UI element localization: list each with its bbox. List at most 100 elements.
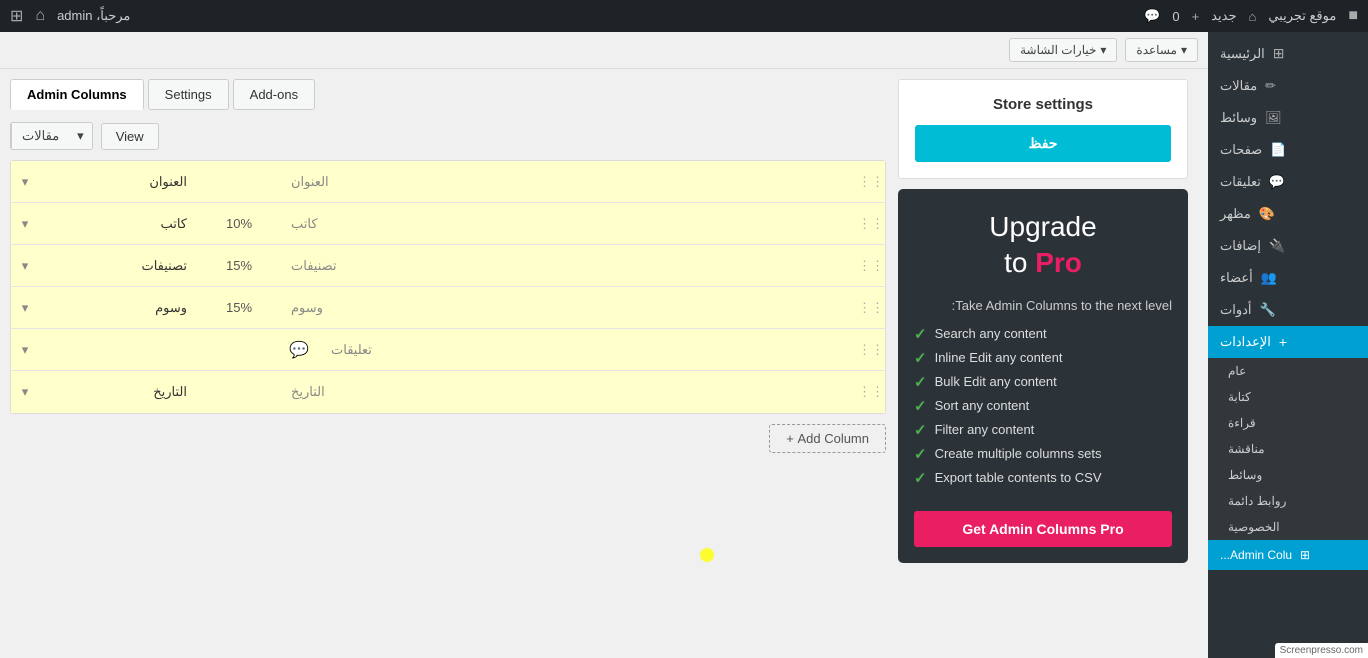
sidebar-label-settings: الإعدادات (1220, 334, 1271, 350)
plugins-icon: 🔌 (1269, 238, 1285, 254)
column-dropdown-arrow[interactable]: ▾ (69, 123, 92, 149)
screen-options-label: خيارات الشاشة (1020, 43, 1096, 57)
main-content: ▾ مساعدة ▾ خيارات الشاشة Store settings … (0, 32, 1208, 658)
sidebar-label-appearance: مظهر (1220, 206, 1251, 222)
drag-handle-tags[interactable]: ⋮⋮ (857, 300, 885, 316)
upgrade-title-upgrade: Upgrade (989, 211, 1096, 242)
drag-handle-date[interactable]: ⋮⋮ (857, 384, 885, 400)
settings-icon: + (1279, 334, 1287, 350)
column-label-comments-left: تعليقات (319, 342, 499, 358)
sidebar-item-pages[interactable]: 📄 صفحات (1208, 134, 1368, 166)
new-label[interactable]: جديد (1211, 8, 1236, 24)
sidebar-item-tools[interactable]: 🔧 أدوات (1208, 294, 1368, 326)
sidebar-item-users[interactable]: 👥 أعضاء (1208, 262, 1368, 294)
column-name-author: كاتب (39, 216, 199, 232)
feature-sort: Sort any content ✓ (914, 397, 1172, 415)
check-icon-sets: ✓ (914, 445, 927, 463)
column-expand-comments[interactable]: ▾ (11, 342, 39, 358)
sidebar-item-comments[interactable]: 💬 تعليقات (1208, 166, 1368, 198)
sidebar-item-plugins[interactable]: 🔌 إضافات (1208, 230, 1368, 262)
drag-handle-categories[interactable]: ⋮⋮ (857, 258, 885, 274)
upgrade-title-pro: Pro (1035, 247, 1082, 278)
submenu-permalinks[interactable]: روابط دائمة (1208, 488, 1368, 514)
feature-export-csv: Export table contents to CSV ✓ (914, 469, 1172, 487)
view-button[interactable]: View (101, 123, 159, 150)
sidebar-label-users: أعضاء (1220, 270, 1253, 286)
check-icon-csv: ✓ (914, 469, 927, 487)
sidebar-label-admin-col: Admin Colu... (1220, 548, 1292, 562)
store-settings-card: Store settings حفظ (898, 79, 1188, 179)
settings-submenu: عام كتابة قراءة مناقشة وسائط روابط دائمة… (1208, 358, 1368, 540)
sidebar-item-posts[interactable]: ✏ مقالات (1208, 70, 1368, 102)
main-layout: ⊞ الرئيسية ✏ مقالات 🖼 وسائط 📄 صفحات 💬 تع… (0, 32, 1368, 658)
check-icon-sort: ✓ (914, 397, 927, 415)
notif-count[interactable]: 0 (1172, 9, 1179, 24)
submenu-privacy[interactable]: الخصوصية (1208, 514, 1368, 540)
sidebar: ⊞ الرئيسية ✏ مقالات 🖼 وسائط 📄 صفحات 💬 تع… (1208, 32, 1368, 658)
feature-columns-sets: Create multiple columns sets ✓ (914, 445, 1172, 463)
feature-list: Search any content ✓ Inline Edit any con… (914, 325, 1172, 487)
tab-addons[interactable]: Add-ons (233, 79, 315, 110)
home-site-icon[interactable]: ⌂ (35, 7, 45, 25)
drag-handle-comments[interactable]: ⋮⋮ (857, 342, 885, 358)
save-button[interactable]: حفظ (915, 125, 1171, 162)
submenu-writing[interactable]: كتابة (1208, 384, 1368, 410)
sidebar-item-home[interactable]: ⊞ الرئيسية (1208, 37, 1368, 70)
upgrade-subtitle: Take Admin Columns to the next level: (914, 298, 1172, 313)
comment-icon[interactable]: 💬 (1144, 8, 1160, 24)
drag-handle-title[interactable]: ⋮⋮ (857, 174, 885, 190)
add-column-button[interactable]: Add Column + (769, 424, 886, 453)
comments-icon: 💬 (1269, 174, 1285, 190)
submenu-general[interactable]: عام (1208, 358, 1368, 384)
feature-search: Search any content ✓ (914, 325, 1172, 343)
column-width-author: 10% (199, 216, 279, 231)
tab-bar: Admin Columns Settings Add-ons (10, 79, 886, 110)
column-expand-title[interactable]: ▾ (11, 174, 39, 190)
help-button[interactable]: ▾ مساعدة (1125, 38, 1198, 62)
content-area: Store settings حفظ Upgrade to Pro Take A… (0, 69, 1208, 563)
sidebar-label-comments: تعليقات (1220, 174, 1261, 190)
sidebar-item-settings[interactable]: + الإعدادات (1208, 326, 1368, 358)
feature-filter-text: Filter any content (935, 422, 1035, 437)
columns-table: ⋮⋮ العنوان العنوان ▾ ⋮⋮ كاتب 10% كاتب (10, 160, 886, 414)
sidebar-item-admin-columns[interactable]: ⊞ Admin Colu... (1208, 540, 1368, 570)
help-label: مساعدة (1136, 43, 1177, 57)
tab-settings[interactable]: Settings (148, 79, 229, 110)
add-new-icon[interactable]: + (1192, 9, 1200, 24)
tab-admin-columns[interactable]: Admin Columns (10, 79, 144, 110)
column-row-categories: ⋮⋮ تصنيفات 15% تصنيفات ▾ (11, 245, 885, 287)
upgrade-panel: Store settings حفظ Upgrade to Pro Take A… (898, 79, 1198, 563)
column-name-title: العنوان (39, 174, 199, 190)
wp-icon[interactable]: ⊞ (10, 6, 23, 26)
admin-bar-left: ■ موقع تجريبي ⌂ جديد + 0 💬 (1144, 7, 1358, 25)
feature-bulk-edit: Bulk Edit any content ✓ (914, 373, 1172, 391)
sidebar-label-tools: أدوات (1220, 302, 1252, 318)
columns-editor: Admin Columns Settings Add-ons View ▾ مق… (10, 79, 886, 563)
sidebar-item-appearance[interactable]: 🎨 مظهر (1208, 198, 1368, 230)
get-pro-button[interactable]: Get Admin Columns Pro (914, 511, 1172, 547)
submenu-reading[interactable]: قراءة (1208, 410, 1368, 436)
submenu-discussion[interactable]: مناقشة (1208, 436, 1368, 462)
submenu-media[interactable]: وسائط (1208, 462, 1368, 488)
feature-bulk-text: Bulk Edit any content (935, 374, 1057, 389)
site-name[interactable]: موقع تجريبي (1268, 8, 1336, 24)
column-row-comments: ⋮⋮ تعليقات 💬 ▾ (11, 329, 885, 371)
check-icon-bulk: ✓ (914, 373, 927, 391)
column-expand-categories[interactable]: ▾ (11, 258, 39, 274)
tools-icon: 🔧 (1260, 302, 1276, 318)
column-expand-date[interactable]: ▾ (11, 384, 39, 400)
column-type-label[interactable]: مقالات (11, 123, 69, 149)
home-icon[interactable]: ⌂ (1248, 9, 1256, 24)
column-expand-author[interactable]: ▾ (11, 216, 39, 232)
home-icon: ⊞ (1273, 45, 1285, 62)
sidebar-item-media[interactable]: 🖼 وسائط (1208, 102, 1368, 134)
screenpresso-badge: Screenpresso.com (1275, 643, 1368, 658)
screen-options-button[interactable]: ▾ خيارات الشاشة (1009, 38, 1117, 62)
feature-inline-edit: Inline Edit any content ✓ (914, 349, 1172, 367)
wp-logo[interactable]: ■ (1348, 7, 1358, 25)
column-width-categories: 15% (199, 258, 279, 273)
column-expand-tags[interactable]: ▾ (11, 300, 39, 316)
drag-handle-author[interactable]: ⋮⋮ (857, 216, 885, 232)
sidebar-label-home: الرئيسية (1220, 46, 1265, 62)
username[interactable]: مرحباً، admin (57, 8, 130, 24)
